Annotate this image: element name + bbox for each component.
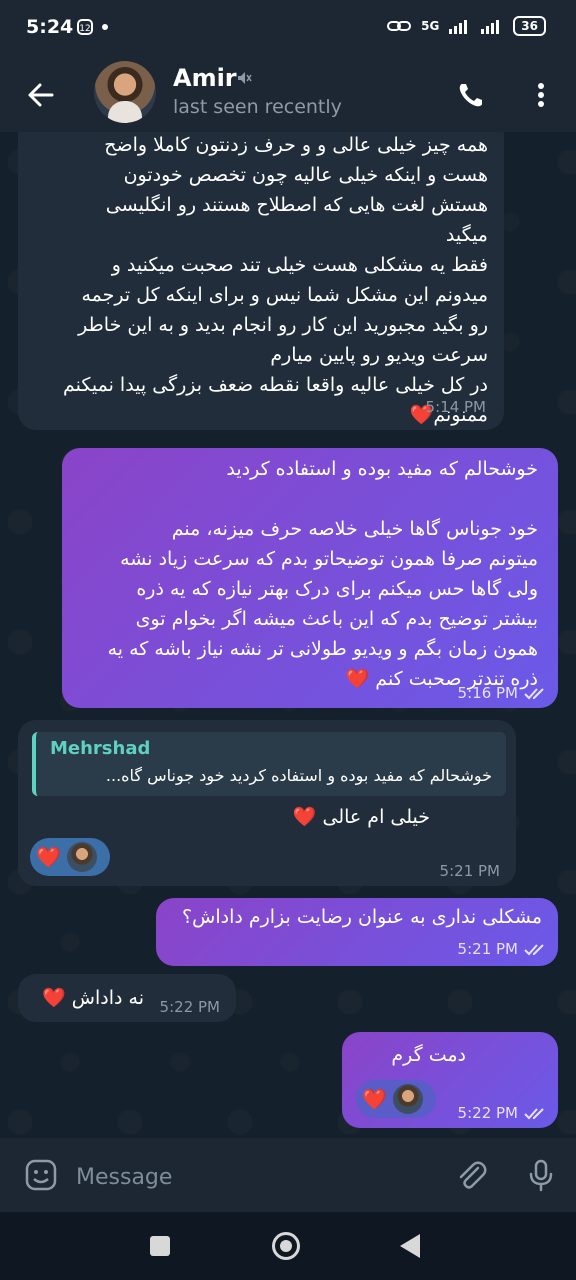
reaction-emoji: ❤️ <box>362 1087 387 1111</box>
message-time: 5:21 PM <box>457 940 518 958</box>
emoji-icon[interactable] <box>22 1156 60 1194</box>
network-label: 5G <box>421 19 440 33</box>
microphone-icon[interactable] <box>522 1156 560 1194</box>
paperclip-icon[interactable] <box>452 1156 490 1194</box>
message-time: 5:16 PM <box>457 684 518 702</box>
home-button[interactable] <box>272 1232 300 1260</box>
reply-author: Mehrshad <box>50 738 151 759</box>
message-outgoing[interactable]: خوشحالم که مفید بوده و استفاده کردید خود… <box>62 448 558 708</box>
message-incoming[interactable]: Mehrshad خوشحالم که مفید بوده و استفاده … <box>18 720 516 886</box>
message-text: خیلی ام عالی ❤️ <box>292 806 430 828</box>
message-input[interactable] <box>74 1158 438 1196</box>
muted-speaker-icon <box>238 72 252 84</box>
system-nav-bar <box>0 1212 576 1280</box>
reply-text: خوشحالم که مفید بوده و استفاده کردید خود… <box>105 766 492 785</box>
signal-icon-2 <box>481 20 500 34</box>
status-time: 5:24 <box>26 16 74 38</box>
double-check-icon <box>524 1108 544 1120</box>
message-time: 5:22 PM <box>159 998 220 1016</box>
message-text: نه داداش ❤️ <box>42 987 144 1009</box>
chat-header: Amir last seen recently <box>0 58 576 132</box>
vertical-dots-icon[interactable] <box>522 76 560 114</box>
double-check-icon <box>524 688 544 700</box>
message-outgoing[interactable]: مشکلی نداری به عنوان رضایت بزارم داداش؟ … <box>156 898 558 966</box>
status-right: 5G 36 <box>387 16 546 36</box>
signal-icon <box>449 20 468 34</box>
phone-icon[interactable] <box>452 76 490 114</box>
message-text: همه چیز خیلی عالی و و حرف زدنتون کاملا و… <box>63 134 488 426</box>
message-incoming[interactable]: همه چیز خیلی عالی و و حرف زدنتون کاملا و… <box>18 132 504 430</box>
message-text: دمت گرم <box>391 1044 466 1066</box>
double-check-icon <box>524 944 544 956</box>
recent-apps-button[interactable] <box>150 1236 170 1256</box>
reaction-emoji: ❤️ <box>36 845 61 869</box>
contact-last-seen: last seen recently <box>173 96 342 118</box>
link-icon <box>387 21 412 31</box>
message-incoming[interactable]: نه داداش ❤️ 5:22 PM <box>18 974 236 1022</box>
message-composer <box>0 1138 576 1212</box>
status-bar: 5:24 12 5G 36 <box>0 0 576 58</box>
message-outgoing[interactable]: دمت گرم ❤️ 5:22 PM <box>342 1032 558 1128</box>
reactor-avatar <box>392 1084 423 1114</box>
back-triangle-icon[interactable] <box>400 1234 420 1258</box>
svg-text:12: 12 <box>79 24 90 34</box>
status-left-icons: 12 <box>76 18 108 36</box>
reply-preview[interactable]: Mehrshad خوشحالم که مفید بوده و استفاده … <box>32 732 506 796</box>
notification-icon: 12 <box>77 19 93 35</box>
contact-avatar[interactable] <box>94 61 156 123</box>
back-arrow-icon[interactable] <box>22 76 60 114</box>
contact-name[interactable]: Amir <box>173 64 237 92</box>
message-time: 5:14 PM <box>425 398 486 416</box>
reaction-badge[interactable]: ❤️ <box>356 1080 436 1118</box>
reaction-badge[interactable]: ❤️ <box>30 838 110 876</box>
dot-icon <box>102 24 108 30</box>
message-time: 5:21 PM <box>439 862 500 880</box>
battery-indicator: 36 <box>513 16 546 36</box>
message-text: خوشحالم که مفید بوده و استفاده کردید خود… <box>107 458 538 690</box>
chat-messages[interactable]: همه چیز خیلی عالی و و حرف زدنتون کاملا و… <box>0 132 576 1138</box>
reactor-avatar <box>66 842 97 872</box>
message-text: مشکلی نداری به عنوان رضایت بزارم داداش؟ <box>182 906 542 928</box>
message-time: 5:22 PM <box>457 1104 518 1122</box>
